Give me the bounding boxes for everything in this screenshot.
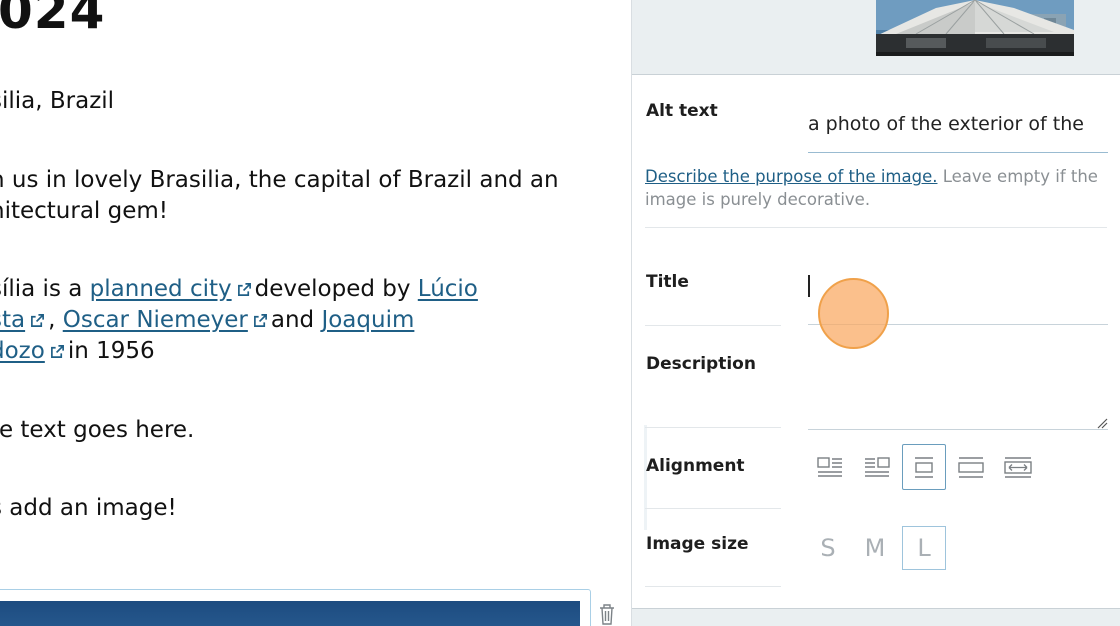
alt-text-help: Describe the purpose of the image. Leave… — [645, 165, 1105, 211]
divider — [645, 508, 781, 509]
external-link-icon — [50, 345, 64, 358]
align-full-button[interactable] — [996, 444, 1040, 490]
link-joaquim-cardozo[interactable]: Joaquim — [321, 307, 414, 333]
title-label: Title — [646, 272, 689, 292]
sidebar-footer — [632, 608, 1120, 626]
description-label: Description — [646, 354, 756, 374]
paragraph-line-1[interactable]: sília is a planned citydeveloped by Lúci… — [0, 274, 478, 305]
divider — [645, 586, 781, 587]
intro-line-2[interactable]: nitectural gem! — [0, 196, 168, 227]
paragraph-text: sília is a — [0, 276, 83, 302]
size-medium-button[interactable]: M — [853, 526, 897, 570]
click-indicator — [818, 278, 889, 349]
link-oscar-niemeyer[interactable]: Oscar Niemeyer — [63, 307, 271, 333]
external-link-icon — [253, 314, 267, 327]
align-center-icon — [915, 457, 933, 478]
image-thumbnail — [876, 0, 1074, 56]
describe-purpose-link[interactable]: Describe the purpose of the image. — [645, 167, 937, 186]
page-title[interactable]: 024 — [0, 0, 105, 40]
align-wide-icon — [958, 457, 984, 478]
text-cursor — [808, 275, 810, 297]
intro-line-1[interactable]: n us in lovely Brasilia, the capital of … — [0, 165, 559, 196]
paragraph-text: in 1956 — [67, 338, 155, 364]
trash-icon[interactable] — [597, 602, 617, 626]
paragraph-text: , — [48, 307, 63, 333]
size-small-button[interactable]: S — [806, 526, 850, 570]
paragraph-text: and — [270, 307, 322, 333]
resize-grip-icon[interactable] — [1096, 417, 1108, 429]
link-joaquim-cardozo-cont[interactable]: dozo — [0, 338, 68, 364]
align-left-icon — [817, 457, 842, 477]
divider — [645, 427, 781, 428]
add-image-paragraph[interactable]: s add an image! — [0, 493, 177, 524]
align-full-icon — [1004, 457, 1032, 478]
location-text[interactable]: silia, Brazil — [0, 86, 114, 117]
image-size-label: Image size — [646, 534, 749, 554]
align-center-button[interactable] — [902, 444, 946, 490]
paragraph-line-3[interactable]: dozoin 1956 — [0, 336, 155, 367]
image-preview — [0, 601, 580, 626]
more-text-paragraph[interactable]: re text goes here. — [0, 415, 194, 446]
paragraph-text: developed by — [254, 276, 418, 302]
align-right-button[interactable] — [855, 444, 899, 490]
image-block-selected[interactable] — [0, 589, 591, 626]
alt-text-input[interactable] — [808, 95, 1108, 153]
link-planned-city[interactable]: planned city — [90, 276, 255, 302]
sidebar-header — [632, 0, 1120, 75]
align-left-button[interactable] — [808, 444, 852, 490]
external-link-icon — [31, 314, 45, 327]
editor-canvas[interactable]: 024 silia, Brazil n us in lovely Brasili… — [0, 0, 631, 626]
paragraph-line-2[interactable]: sta, Oscar Niemeyerand Joaquim — [0, 305, 414, 336]
link-lucio-costa-cont[interactable]: sta — [0, 307, 48, 333]
alignment-label: Alignment — [646, 456, 745, 476]
size-large-button[interactable]: L — [902, 526, 946, 570]
description-textarea[interactable] — [808, 350, 1108, 430]
align-wide-button[interactable] — [949, 444, 993, 490]
external-link-icon — [237, 283, 251, 296]
divider — [645, 227, 1107, 228]
alt-text-label: Alt text — [646, 101, 718, 121]
divider — [645, 325, 781, 326]
focus-indicator — [644, 425, 647, 530]
link-lucio-costa[interactable]: Lúcio — [418, 276, 478, 302]
align-right-icon — [865, 457, 890, 477]
